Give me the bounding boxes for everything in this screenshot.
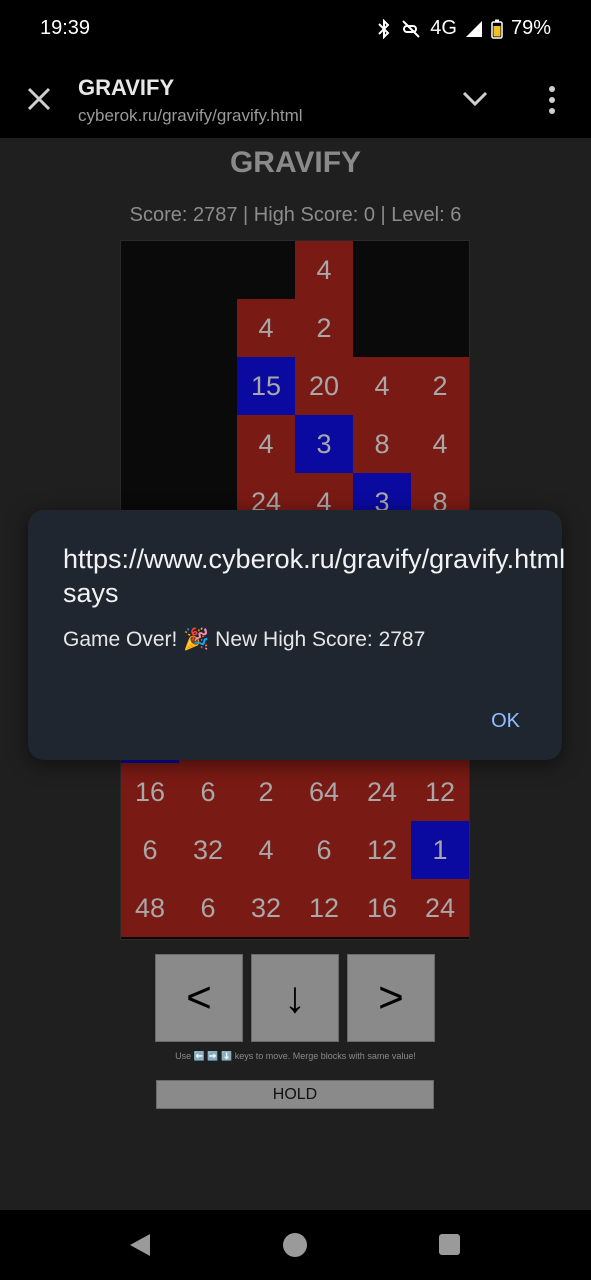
status-time: 19:39 [40,17,91,39]
board-block: 6 [179,763,237,821]
board-block: 20 [295,357,353,415]
board-block: 24 [353,763,411,821]
game-title: GRAVIFY [229,146,362,179]
board-block: 4 [411,415,469,473]
signal-icon [465,20,482,37]
page-url[interactable]: cyberok.ru/gravify/gravify.html [78,106,303,126]
board-block: 64 [295,763,353,821]
hold-button[interactable]: HOLD [156,1080,434,1109]
system-nav-bar [0,1210,591,1280]
board-block: 2 [237,763,295,821]
board-block: 8 [353,415,411,473]
board-block: 12 [353,821,411,879]
board-block: 12 [411,763,469,821]
move-right-button[interactable]: > [347,954,435,1042]
board-block: 3 [295,415,353,473]
board-block: 48 [121,879,179,937]
board-block: 4 [237,415,295,473]
board-block: 4 [295,241,353,299]
board-block: 24 [411,879,469,937]
battery-icon [491,19,503,39]
board-block: 16 [353,879,411,937]
board-block: 12 [295,879,353,937]
board-block: 1 [411,821,469,879]
board-block: 2 [295,299,353,357]
board-block: 4 [237,821,295,879]
more-vert-icon[interactable] [544,85,560,115]
page-title: GRAVIFY [78,75,175,100]
chevron-down-icon[interactable] [462,90,488,108]
close-icon[interactable] [26,86,52,112]
board-block: 32 [179,821,237,879]
board-block: 4 [353,357,411,415]
board-block: 2 [411,357,469,415]
board-block: 4 [237,299,295,357]
board-block: 6 [121,821,179,879]
back-icon[interactable] [128,1233,152,1257]
help-text: Use ⬅️ ➡️ ⬇️ keys to move. Merge blocks … [175,1051,416,1061]
browser-toolbar: GRAVIFY cyberok.ru/gravify/gravify.html [0,60,591,138]
board-block: 6 [179,879,237,937]
status-icons: 4G 79% [376,17,551,40]
alert-dialog: https://www.cyberok.ru/gravify/gravify.h… [28,510,566,760]
board-block: 16 [121,763,179,821]
score-line: Score: 2787 | High Score: 0 | Level: 6 [129,204,462,226]
board-block: 15 [237,357,295,415]
network-type: 4G [430,17,457,39]
ok-button[interactable]: OK [491,710,520,733]
battery-level: 79% [510,17,551,39]
bluetooth-icon [378,18,390,39]
dialog-title: https://www.cyberok.ru/gravify/gravify.h… [63,544,566,608]
mute-icon [402,19,420,38]
dialog-message: Game Over! 🎉 New High Score: 2787 [63,628,426,651]
status-bar: 19:39 4G 79% [0,0,591,60]
board-block: 6 [295,821,353,879]
board-block: 32 [237,879,295,937]
recents-icon[interactable] [439,1234,460,1255]
home-icon[interactable] [283,1233,307,1257]
move-down-button[interactable]: ↓ [251,954,339,1042]
move-left-button[interactable]: < [155,954,243,1042]
